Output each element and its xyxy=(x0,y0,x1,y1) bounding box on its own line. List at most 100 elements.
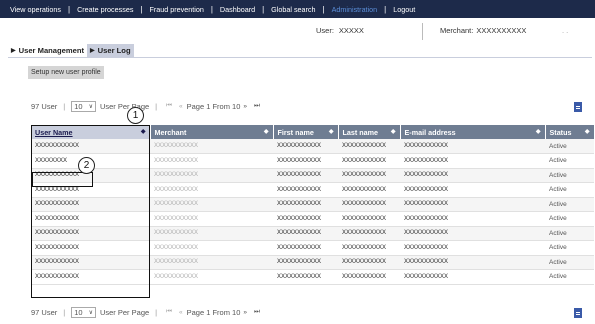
callout-number: 1 xyxy=(127,107,144,124)
cell-status: Active xyxy=(545,269,594,285)
page-indicator: Page 1 From 10 xyxy=(186,101,241,111)
sort-icon: ◆ xyxy=(328,128,334,135)
cell-last-name: XXXXXXXXXXX xyxy=(338,168,400,183)
callout-frame-user-name-cell xyxy=(32,172,93,187)
divider xyxy=(422,23,423,40)
ellipsis: . . xyxy=(562,26,569,35)
next-page-icon[interactable]: » xyxy=(243,309,248,316)
cell-merchant: XXXXXXXXXXX xyxy=(150,269,273,285)
last-page-icon[interactable]: ⏭ xyxy=(254,102,261,110)
cell-email: XXXXXXXXXXX xyxy=(400,240,545,256)
cell-first-name: XXXXXXXXXXX xyxy=(273,255,338,270)
tab-user-log[interactable]: ▶ User Log xyxy=(87,44,134,57)
nav-item-create-processes[interactable]: Create processes xyxy=(70,5,140,14)
cell-last-name: XXXXXXXXXXX xyxy=(338,139,400,154)
cell-email: XXXXXXXXXXX xyxy=(400,168,545,183)
document-icon[interactable] xyxy=(574,308,582,318)
cell-merchant: XXXXXXXXXXX xyxy=(150,139,273,154)
column-header-email[interactable]: E-mail address ◆ xyxy=(400,125,546,139)
cell-email: XXXXXXXXXXX xyxy=(400,211,545,227)
cell-status: Active xyxy=(545,226,594,241)
cell-email: XXXXXXXXXXX xyxy=(400,226,545,241)
user-value: XXXXX xyxy=(338,26,364,35)
column-label: Merchant xyxy=(154,127,187,137)
cell-last-name: XXXXXXXXXXX xyxy=(338,255,400,270)
column-header-first-name[interactable]: First name ◆ xyxy=(273,125,339,139)
cell-first-name: XXXXXXXXXXX xyxy=(273,240,338,256)
callout-frame-user-name-column xyxy=(31,125,150,298)
cell-last-name: XXXXXXXXXXX xyxy=(338,269,400,285)
column-header-status[interactable]: Status ◆ xyxy=(545,125,595,139)
cell-first-name: XXXXXXXXXXX xyxy=(273,182,338,198)
cell-status: Active xyxy=(545,255,594,270)
cell-status: Active xyxy=(545,240,594,256)
cell-merchant: XXXXXXXXXXX xyxy=(150,211,273,227)
sort-icon: ◆ xyxy=(263,128,269,135)
cell-last-name: XXXXXXXXXXX xyxy=(338,153,400,169)
per-page-label: User Per Page xyxy=(99,307,150,317)
document-icon[interactable] xyxy=(574,102,582,112)
cell-status: Active xyxy=(545,211,594,227)
nav-item-dashboard[interactable]: Dashboard xyxy=(213,5,262,14)
merchant-label: Merchant: xyxy=(440,26,474,35)
setup-new-user-profile-button[interactable]: Setup new user profile xyxy=(28,66,104,79)
column-label: E-mail address xyxy=(404,127,456,137)
nav-item-administration[interactable]: Administration xyxy=(325,5,385,14)
chevron-down-icon: ∨ xyxy=(88,103,93,110)
pager-bottom: 97 User | 10 ∨ User Per Page | ⏮ « Page 1… xyxy=(31,305,264,319)
first-page-icon[interactable]: ⏮ xyxy=(166,308,173,316)
merchant-value: XXXXXXXXXX xyxy=(476,26,527,35)
sort-icon: ◆ xyxy=(584,128,590,135)
nav-item-view-operations[interactable]: View operations xyxy=(3,5,68,14)
cell-first-name: XXXXXXXXXXX xyxy=(273,197,338,212)
column-header-last-name[interactable]: Last name ◆ xyxy=(338,125,401,139)
divider: | xyxy=(155,101,158,111)
nav-item-logout[interactable]: Logout xyxy=(386,5,422,14)
cell-merchant: XXXXXXXXXXX xyxy=(150,226,273,241)
page-size-value: 10 xyxy=(74,307,83,317)
cell-last-name: XXXXXXXXXXX xyxy=(338,226,400,241)
tab-bar: ▶ User Management ▶ User Log xyxy=(8,44,134,57)
tab-underline xyxy=(8,57,592,58)
sort-icon: ◆ xyxy=(390,128,396,135)
current-merchant: Merchant: XXXXXXXXXX xyxy=(440,26,526,35)
arrow-right-icon: ▶ xyxy=(90,48,95,54)
next-page-icon[interactable]: » xyxy=(243,103,248,110)
first-page-icon[interactable]: ⏮ xyxy=(166,102,173,110)
cell-first-name: XXXXXXXXXXX xyxy=(273,168,338,183)
divider: | xyxy=(155,307,158,317)
column-label: Status xyxy=(549,127,572,137)
prev-page-icon[interactable]: « xyxy=(179,309,184,316)
user-label: User: xyxy=(316,26,334,35)
page-size-select[interactable]: 10 ∨ xyxy=(71,100,96,112)
cell-first-name: XXXXXXXXXXX xyxy=(273,153,338,169)
arrow-right-icon: ▶ xyxy=(11,48,16,54)
cell-first-name: XXXXXXXXXXX xyxy=(273,269,338,285)
sort-icon: ◆ xyxy=(535,128,541,135)
tab-label: User Log xyxy=(97,46,131,55)
cell-email: XXXXXXXXXXX xyxy=(400,182,545,198)
pager-top: 97 User | 10 ∨ User Per Page | ⏮ « Page 1… xyxy=(31,99,264,113)
cell-last-name: XXXXXXXXXXX xyxy=(338,211,400,227)
prev-page-icon[interactable]: « xyxy=(179,103,184,110)
column-header-merchant[interactable]: Merchant ◆ xyxy=(150,125,274,139)
cell-merchant: XXXXXXXXXXX xyxy=(150,197,273,212)
cell-email: XXXXXXXXXXX xyxy=(400,197,545,212)
user-count: 97 User xyxy=(31,101,58,111)
divider: | xyxy=(63,307,66,317)
cell-merchant: XXXXXXXXXXX xyxy=(150,255,273,270)
cell-merchant: XXXXXXXXXXX xyxy=(150,168,273,183)
cell-status: Active xyxy=(545,197,594,212)
nav-item-global-search[interactable]: Global search xyxy=(264,5,322,14)
cell-email: XXXXXXXXXXX xyxy=(400,153,545,169)
last-page-icon[interactable]: ⏭ xyxy=(254,308,261,316)
nav-item-fraud-prevention[interactable]: Fraud prevention xyxy=(143,5,211,14)
user-count: 97 User xyxy=(31,307,58,317)
column-label: First name xyxy=(277,127,314,137)
cell-email: XXXXXXXXXXX xyxy=(400,255,545,270)
cell-merchant: XXXXXXXXXXX xyxy=(150,240,273,256)
column-label: Last name xyxy=(342,127,379,137)
account-info-bar: User: XXXXX Merchant: XXXXXXXXXX . . xyxy=(0,23,595,40)
tab-user-management[interactable]: ▶ User Management xyxy=(8,44,87,57)
page-size-select[interactable]: 10 ∨ xyxy=(71,306,96,318)
